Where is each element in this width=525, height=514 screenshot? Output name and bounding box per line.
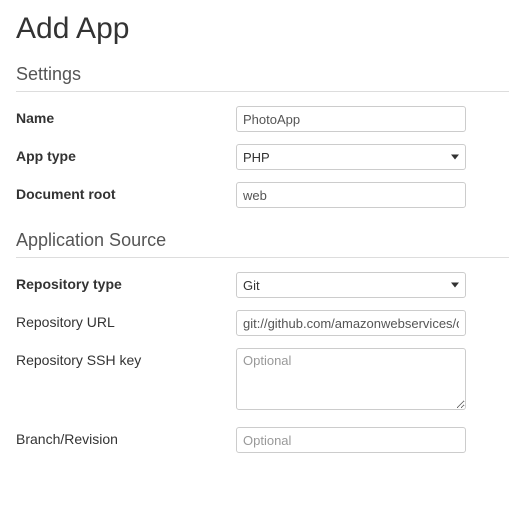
textarea-ssh-key[interactable]: [236, 348, 466, 410]
input-document-root[interactable]: [236, 182, 466, 208]
label-branch: Branch/Revision: [16, 427, 236, 447]
label-ssh-key: Repository SSH key: [16, 348, 236, 368]
section-header-settings: Settings: [16, 64, 509, 92]
row-name: Name: [16, 106, 509, 132]
row-branch: Branch/Revision: [16, 427, 509, 453]
input-branch[interactable]: [236, 427, 466, 453]
select-app-type[interactable]: PHP: [236, 144, 466, 170]
select-app-type-value: PHP: [243, 150, 270, 165]
input-name[interactable]: [236, 106, 466, 132]
input-repo-url[interactable]: [236, 310, 466, 336]
select-repo-type[interactable]: Git: [236, 272, 466, 298]
label-repo-url: Repository URL: [16, 310, 236, 330]
label-name: Name: [16, 106, 236, 126]
row-app-type: App type PHP: [16, 144, 509, 170]
select-repo-type-value: Git: [243, 278, 260, 293]
label-document-root: Document root: [16, 182, 236, 202]
section-header-source: Application Source: [16, 230, 509, 258]
page-title: Add App: [16, 12, 509, 46]
row-document-root: Document root: [16, 182, 509, 208]
row-repo-url: Repository URL: [16, 310, 509, 336]
row-repo-type: Repository type Git: [16, 272, 509, 298]
chevron-down-icon: [451, 155, 459, 160]
label-repo-type: Repository type: [16, 272, 236, 292]
label-app-type: App type: [16, 144, 236, 164]
row-ssh-key: Repository SSH key: [16, 348, 509, 415]
chevron-down-icon: [451, 283, 459, 288]
